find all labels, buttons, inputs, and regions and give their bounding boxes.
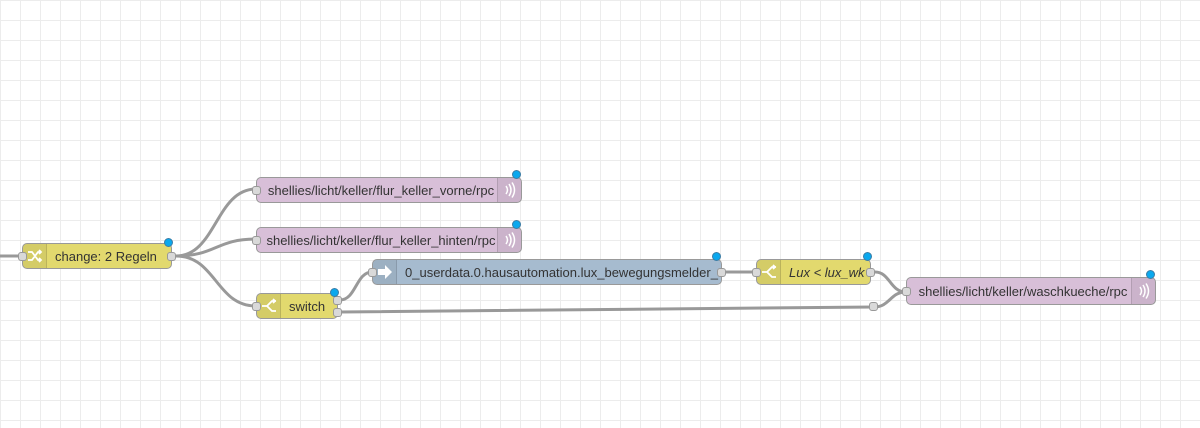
change-input-port[interactable]: [18, 252, 27, 261]
mqtt-vorne-label: shellies/licht/keller/flur_keller_vorne/…: [267, 182, 495, 198]
lux-switch-changed-indicator: [863, 252, 872, 261]
mqtt-vorne-input-port[interactable]: [252, 186, 261, 195]
mqtt-hinten-label: shellies/licht/keller/flur_keller_hinten…: [266, 232, 496, 248]
switch-output-port-1[interactable]: [333, 296, 342, 305]
lux-switch-node[interactable]: Lux < lux_wk: [752, 252, 875, 285]
switch-input-port[interactable]: [252, 302, 261, 311]
switch-changed-indicator: [330, 288, 339, 297]
mqtt-out-node-vorne[interactable]: shellies/licht/keller/flur_keller_vorne/…: [252, 170, 522, 203]
wire-change-to-switch: [175, 254, 257, 308]
mqtt-wk-changed-indicator: [1146, 270, 1155, 279]
switch-output-port-2[interactable]: [333, 308, 342, 317]
mqtt-wk-input-port[interactable]: [902, 287, 911, 296]
switch-node-label: switch: [289, 298, 326, 314]
iobroker-node-label: 0_userdata.0.hausautomation.lux_bewegung…: [405, 264, 721, 280]
mqtt-hinten-input-port[interactable]: [252, 236, 261, 245]
iobroker-output-port[interactable]: [717, 268, 726, 277]
mqtt-out-node-hinten[interactable]: shellies/licht/keller/flur_keller_hinten…: [252, 220, 522, 253]
broadcast-icon: [497, 228, 521, 252]
iobroker-out-node[interactable]: 0_userdata.0.hausautomation.lux_bewegung…: [368, 252, 726, 285]
wire-change-to-hinten: [175, 237, 257, 258]
wire-junction-port[interactable]: [869, 302, 878, 311]
change-output-port[interactable]: [167, 252, 176, 261]
wire-switch-to-wk: [339, 290, 907, 314]
mqtt-hinten-changed-indicator: [512, 220, 521, 229]
iobroker-changed-indicator: [712, 252, 721, 261]
lux-switch-output-port[interactable]: [866, 268, 875, 277]
mqtt-wk-label: shellies/licht/keller/waschkueche/rpc: [918, 283, 1128, 299]
change-node[interactable]: change: 2 Regeln: [18, 238, 176, 269]
iobroker-input-port[interactable]: [368, 268, 377, 277]
change-node-label: change: 2 Regeln: [55, 248, 157, 264]
broadcast-icon: [1131, 278, 1155, 304]
switch-node[interactable]: switch: [252, 288, 342, 319]
wire-change-to-vorne: [175, 187, 257, 258]
wire-switch-to-ioset: [339, 270, 373, 302]
mqtt-vorne-changed-indicator: [512, 170, 521, 179]
broadcast-icon: [497, 178, 521, 202]
lux-switch-label: Lux < lux_wk: [789, 264, 865, 280]
wires-layer: [0, 187, 907, 314]
mqtt-out-node-waschkueche[interactable]: shellies/licht/keller/waschkueche/rpc: [902, 270, 1156, 305]
change-changed-indicator: [164, 238, 173, 247]
lux-switch-input-port[interactable]: [752, 268, 761, 277]
